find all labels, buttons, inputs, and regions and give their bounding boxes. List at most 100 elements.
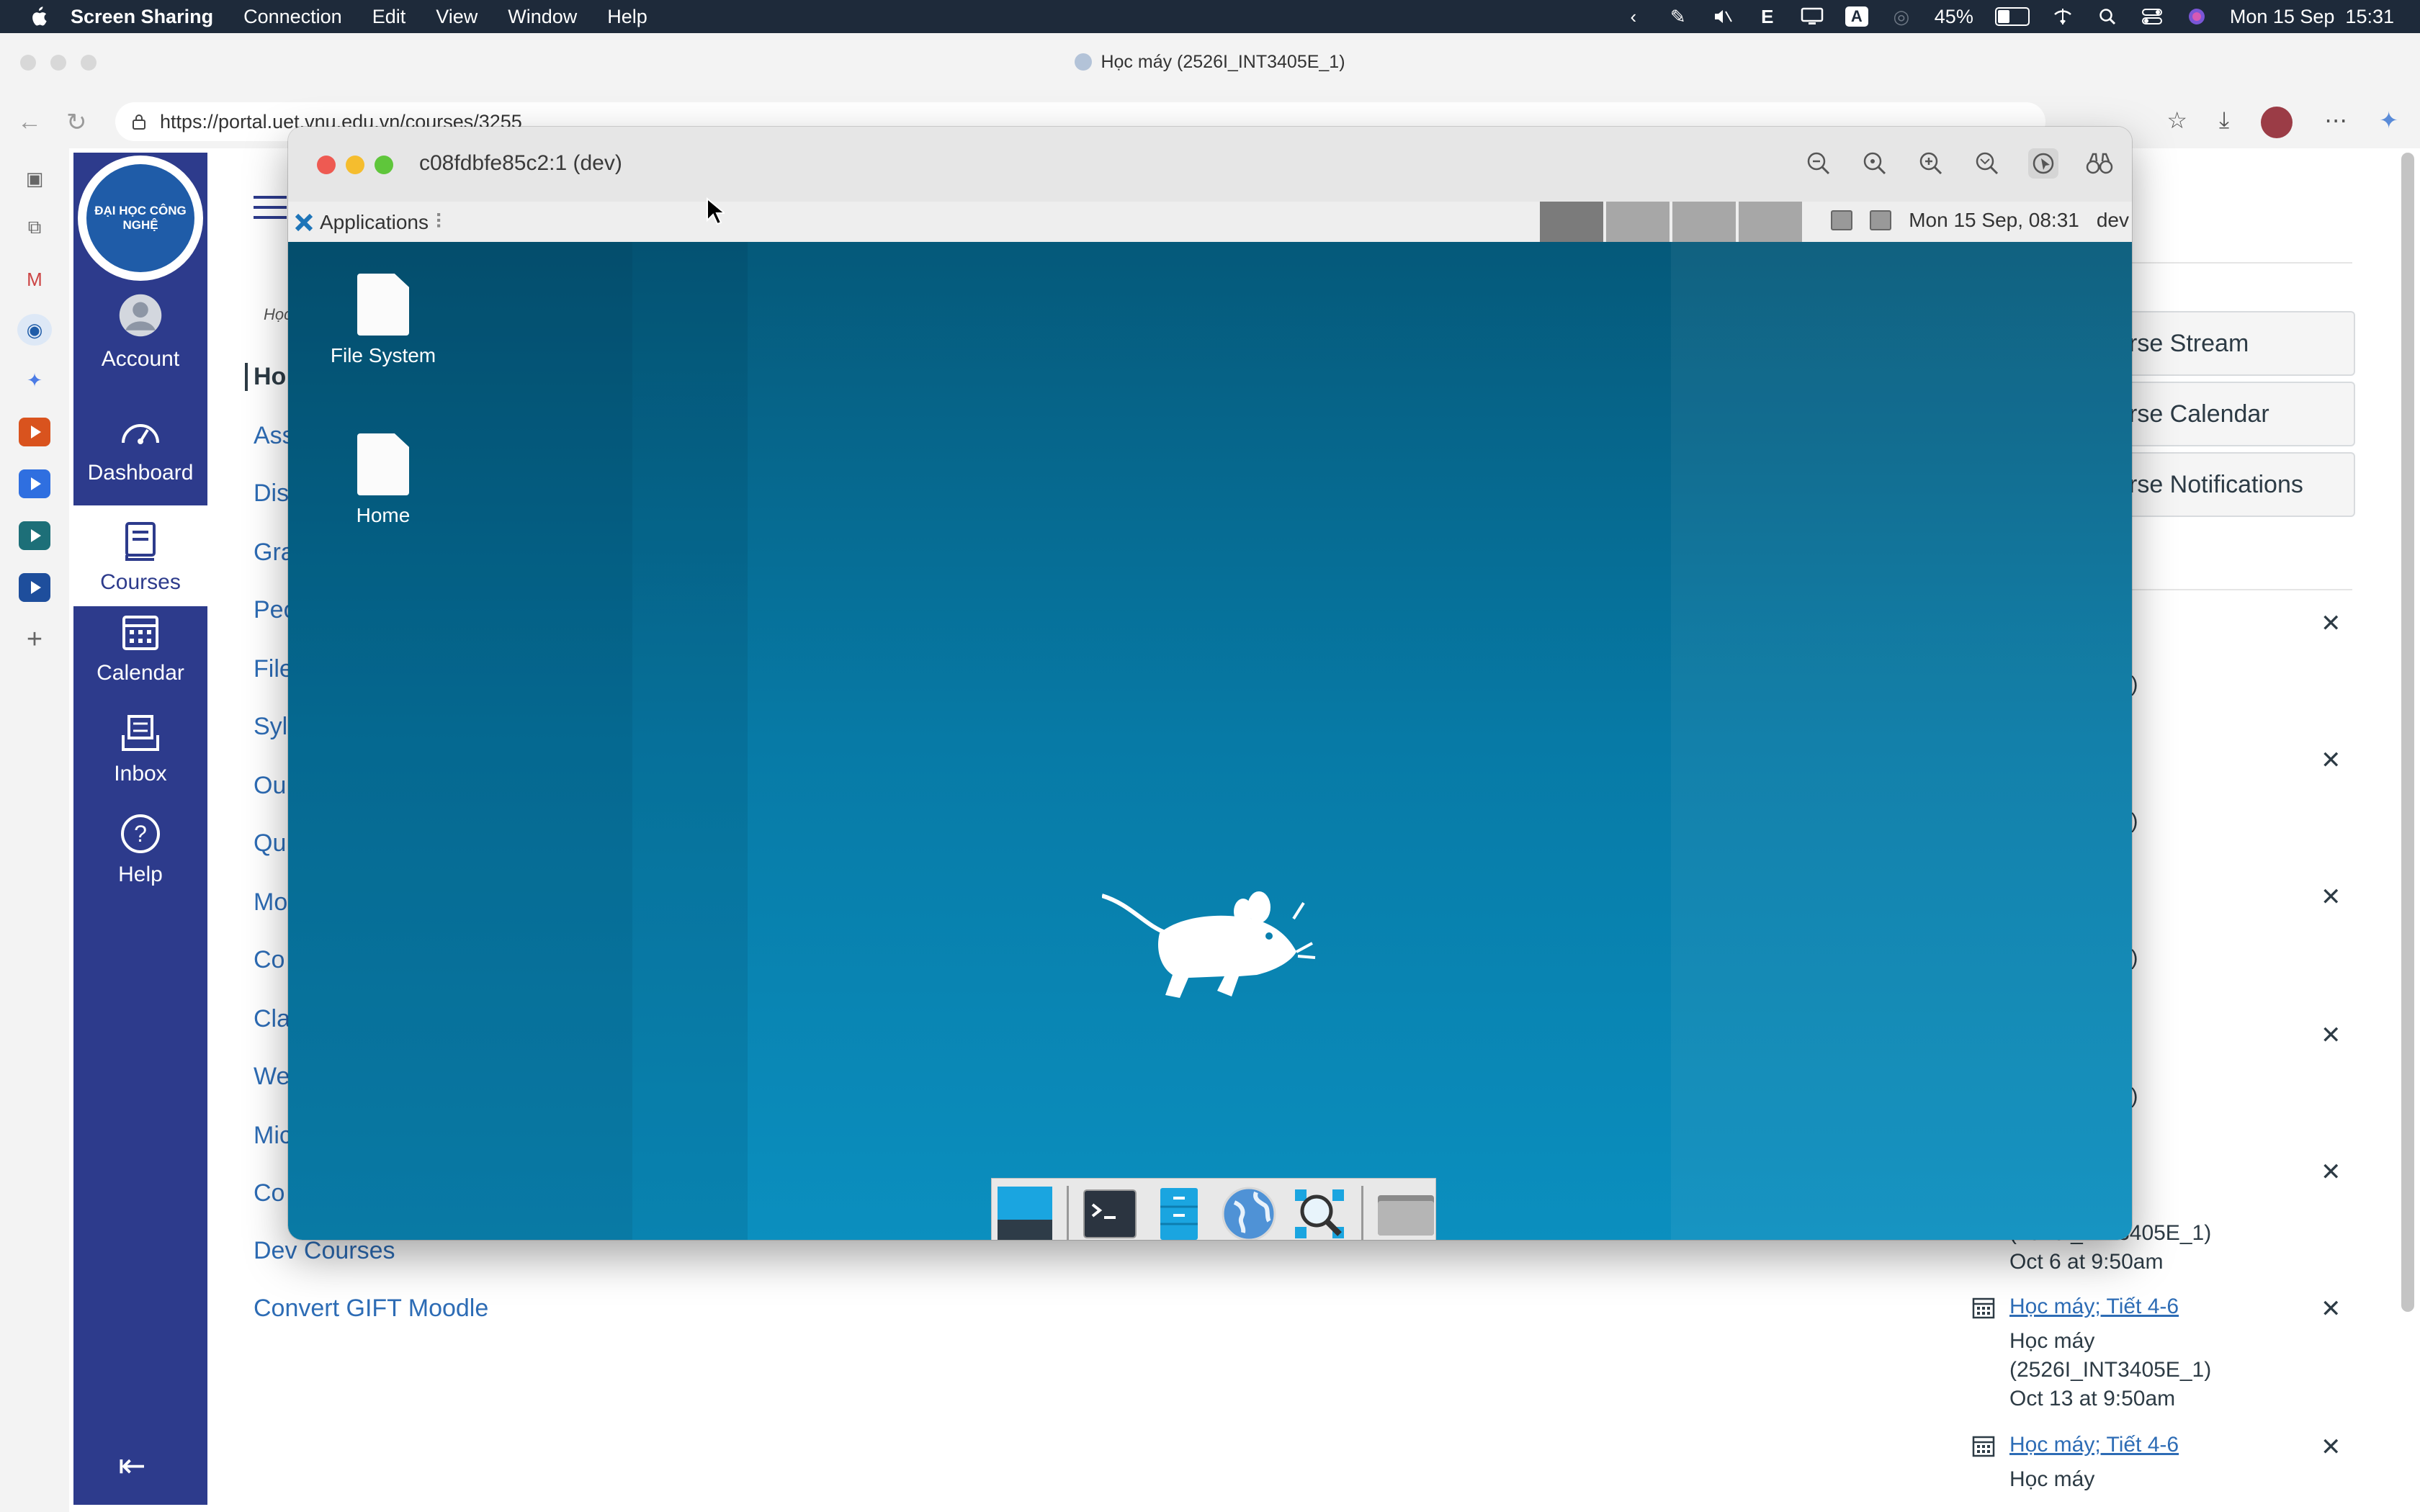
tab-actions-icon[interactable]: ▣ (17, 163, 52, 194)
menu-window[interactable]: Window (508, 6, 577, 28)
download-icon[interactable]: ⤓ (2219, 107, 2229, 138)
keyboard-layout-badge[interactable]: A (1845, 6, 1868, 27)
zoom-window-button[interactable] (375, 156, 393, 174)
menu-help[interactable]: Help (607, 6, 647, 28)
university-logo[interactable]: ĐẠI HỌC CÔNG NGHỆ (78, 156, 203, 281)
todo-course: Học máy (2009, 1467, 2095, 1491)
app-shortcut-2-icon[interactable] (17, 468, 52, 500)
app-menu[interactable]: Screen Sharing (71, 6, 213, 28)
desktop-icon-file-system[interactable]: File System (311, 274, 455, 367)
course-nav-microsoft[interactable]: Mic (254, 1122, 292, 1150)
pen-icon[interactable]: ✎ (1667, 6, 1690, 27)
copilot-icon[interactable]: ✦ (2379, 107, 2398, 138)
dismiss-todo-icon[interactable]: ✕ (2321, 609, 2341, 638)
menu-edit[interactable]: Edit (372, 6, 406, 28)
wifi-icon[interactable] (2051, 6, 2074, 27)
course-nav-syllabus[interactable]: Syl (254, 713, 287, 741)
course-nav-modules[interactable]: Mo (254, 888, 287, 917)
course-nav-dev-courses[interactable]: Dev Courses (254, 1237, 395, 1265)
chevron-left-icon[interactable]: ‹ (1622, 6, 1645, 27)
panel-user[interactable]: dev (2097, 209, 2129, 232)
dismiss-todo-icon[interactable]: ✕ (2321, 1295, 2341, 1323)
minimize-window-button[interactable] (346, 156, 364, 174)
workspace-2[interactable] (1606, 202, 1670, 242)
applications-menu[interactable]: Applications ⠇ (294, 210, 449, 234)
site-info-icon[interactable] (131, 114, 147, 130)
app-shortcut-4-icon[interactable] (17, 572, 52, 603)
control-mode-icon[interactable] (2028, 148, 2058, 179)
gemini-icon[interactable]: ✦ (17, 364, 52, 396)
todo-link[interactable]: Học máy; Tiết 4-6 (2009, 1433, 2355, 1467)
display-icon[interactable] (1801, 6, 1824, 27)
siri-icon[interactable] (2185, 6, 2208, 27)
dismiss-todo-icon[interactable]: ✕ (2321, 1021, 2341, 1050)
nav-calendar[interactable]: Calendar (73, 611, 207, 711)
app-finder-icon[interactable] (1291, 1183, 1348, 1240)
menu-connection[interactable]: Connection (243, 6, 342, 28)
spotlight-search-icon[interactable] (2096, 6, 2119, 27)
dismiss-todo-icon[interactable]: ✕ (2321, 1158, 2341, 1187)
folder-icon[interactable] (1376, 1183, 1435, 1240)
course-nav-discussions[interactable]: Dis (254, 480, 289, 508)
nav-courses[interactable]: Courses (73, 505, 207, 606)
course-nav-web[interactable]: We (254, 1063, 290, 1091)
input-source-indicator[interactable]: E (1756, 6, 1779, 27)
dismiss-todo-icon[interactable]: ✕ (2321, 1433, 2341, 1462)
actual-size-icon[interactable] (1860, 148, 1890, 179)
remote-desktop[interactable]: File System Home (288, 242, 2132, 1240)
app-shortcut-3-icon[interactable] (17, 520, 52, 552)
todo-link[interactable]: Học máy; Tiết 4-6 (2009, 1295, 2355, 1329)
collapse-nav-icon[interactable]: ⇤ (118, 1446, 146, 1485)
favorites-icon[interactable]: ☆ (2166, 107, 2187, 138)
course-nav-files[interactable]: File (254, 655, 293, 683)
more-options-icon[interactable]: ⋯ (2324, 107, 2347, 138)
airdrop-icon[interactable]: ◎ (1890, 6, 1913, 27)
workspace-4[interactable] (1739, 202, 1802, 242)
browser-tab[interactable]: Học máy (2526I_INT3405E_1) (0, 52, 2420, 73)
course-nav-outcomes[interactable]: Ou (254, 772, 286, 800)
portal-tab-icon[interactable]: ◉ (17, 314, 52, 346)
zoom-out-icon[interactable] (1803, 148, 1834, 179)
course-nav-convert-gift-moodle[interactable]: Convert GIFT Moodle (254, 1295, 488, 1323)
tray-icon-1[interactable] (1831, 210, 1853, 230)
screen-sharing-titlebar[interactable]: c08fdbfe85c2:1 (dev) (288, 127, 2132, 202)
dismiss-todo-icon[interactable]: ✕ (2321, 746, 2341, 775)
nav-inbox[interactable]: Inbox (73, 711, 207, 812)
menu-view[interactable]: View (436, 6, 478, 28)
add-app-icon[interactable]: + (17, 624, 52, 655)
course-nav-home[interactable]: Ho (245, 363, 286, 391)
course-nav-conferences[interactable]: Co (254, 946, 284, 974)
control-center-icon[interactable] (2141, 6, 2164, 27)
close-window-button[interactable] (317, 156, 336, 174)
show-desktop-icon[interactable] (996, 1183, 1054, 1240)
reload-icon[interactable]: ↻ (66, 108, 87, 137)
profile-avatar[interactable] (2261, 107, 2293, 138)
observe-mode-icon[interactable] (2084, 148, 2115, 179)
terminal-icon[interactable] (1082, 1183, 1138, 1240)
menubar-clock[interactable]: Mon 15 Sep 15:31 (2230, 6, 2394, 28)
battery-icon[interactable] (1994, 7, 2030, 26)
back-arrow-icon[interactable]: ← (17, 108, 42, 136)
workspace-3[interactable] (1672, 202, 1736, 242)
nav-account[interactable]: Account (73, 294, 207, 395)
app-shortcut-1-icon[interactable] (17, 416, 52, 448)
panel-clock[interactable]: Mon 15 Sep, 08:31 (1909, 209, 2079, 232)
web-browser-icon[interactable] (1220, 1183, 1278, 1240)
workspace-1[interactable] (1540, 202, 1603, 242)
nav-dashboard[interactable]: Dashboard (73, 410, 207, 511)
dismiss-todo-icon[interactable]: ✕ (2321, 883, 2341, 912)
tray-icon-2[interactable] (1870, 210, 1892, 230)
page-scrollbar[interactable] (2401, 153, 2414, 1312)
mute-icon[interactable] (1711, 6, 1734, 27)
zoom-in-icon[interactable] (1916, 148, 1946, 179)
nav-help[interactable]: ? Help (73, 812, 207, 913)
apple-menu-icon[interactable] (29, 5, 49, 28)
fit-to-window-icon[interactable] (1972, 148, 2002, 179)
course-nav-quizzes[interactable]: Qu (254, 829, 286, 858)
course-nav-collaborations[interactable]: Co (254, 1179, 284, 1207)
workspaces-icon[interactable]: ⧉ (17, 212, 52, 243)
desktop-icon-home[interactable]: Home (311, 433, 455, 527)
file-manager-icon[interactable] (1151, 1183, 1207, 1240)
gmail-icon[interactable]: M (17, 264, 52, 295)
course-nav-class[interactable]: Cla (254, 1005, 290, 1033)
